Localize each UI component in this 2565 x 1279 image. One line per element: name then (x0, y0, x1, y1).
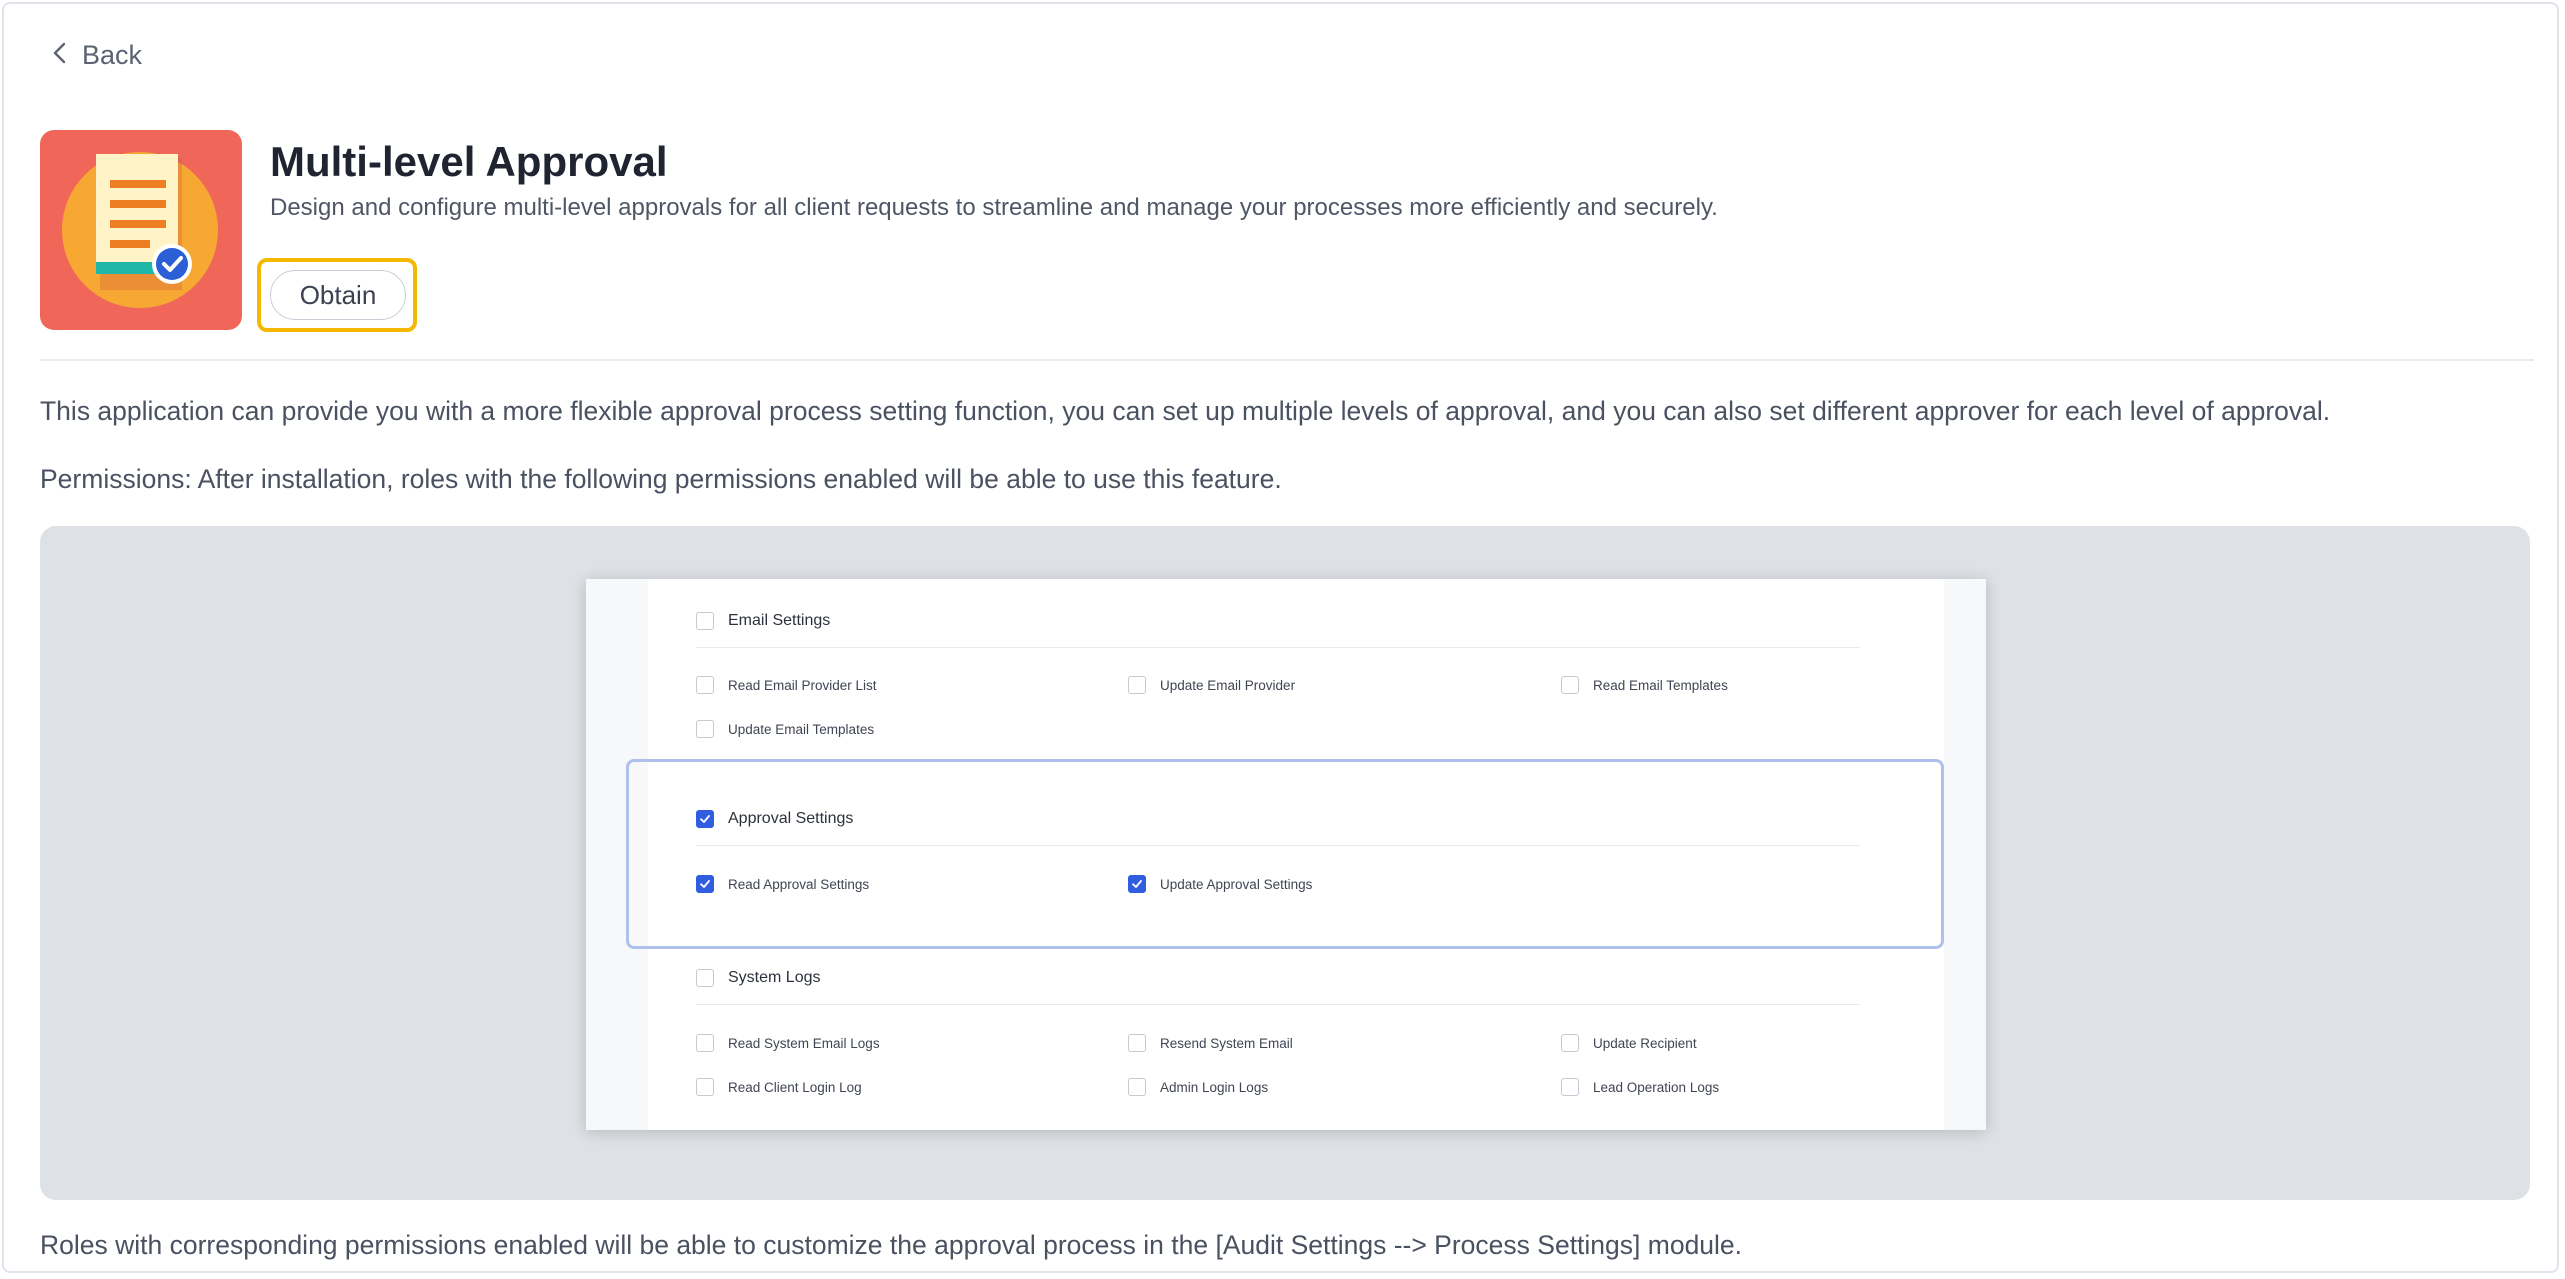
checkbox-checked (696, 875, 714, 893)
page-subtitle: Design and configure multi-level approva… (270, 194, 1718, 221)
checkbox (1561, 676, 1579, 694)
checkbox (696, 676, 714, 694)
section-label: System Logs (728, 969, 821, 986)
permission-item: Read Email Provider List (696, 676, 877, 694)
checkbox (696, 1078, 714, 1096)
checkbox (1128, 1078, 1146, 1096)
checkbox (696, 720, 714, 738)
permission-item: Resend System Email (1128, 1034, 1293, 1052)
permission-item: Lead Operation Logs (1561, 1078, 1719, 1096)
permissions-note: Permissions: After installation, roles w… (40, 464, 1282, 494)
permission-item: Read Email Templates (1561, 676, 1728, 694)
checkbox (1128, 676, 1146, 694)
page-frame: Back Multi-level Approval Design and con… (2, 2, 2559, 1273)
permission-item: Update Email Templates (696, 720, 874, 738)
permission-item: Update Approval Settings (1128, 875, 1312, 893)
chevron-left-icon (52, 40, 68, 71)
checkbox (696, 969, 714, 987)
section-system-logs: System Logs (696, 969, 820, 987)
footer-note: Roles with corresponding permissions ena… (40, 1230, 1743, 1260)
checkbox (1561, 1034, 1579, 1052)
permission-item: Read Approval Settings (696, 875, 869, 893)
section-approval-settings: Approval Settings (696, 810, 853, 828)
back-button[interactable]: Back (52, 40, 142, 71)
checkbox-checked (1128, 875, 1146, 893)
divider (40, 359, 2534, 361)
permission-item: Update Recipient (1561, 1034, 1697, 1052)
document-approval-icon (40, 130, 242, 330)
permissions-screenshot: Email Settings Read Email Provider List … (586, 579, 1986, 1130)
description-text: This application can provide you with a … (40, 396, 2331, 426)
section-label: Approval Settings (728, 810, 854, 827)
section-label: Email Settings (728, 612, 831, 629)
page-title: Multi-level Approval (270, 138, 668, 185)
permission-item: Read System Email Logs (696, 1034, 880, 1052)
checkbox (1128, 1034, 1146, 1052)
approval-settings-highlight (626, 759, 1944, 949)
back-label: Back (82, 40, 143, 70)
permission-item: Read Client Login Log (696, 1078, 862, 1096)
checkbox (696, 1034, 714, 1052)
permission-item: Update Email Provider (1128, 676, 1295, 694)
section-email-settings: Email Settings (696, 612, 830, 630)
checkbox-checked (696, 810, 714, 828)
checkbox (1561, 1078, 1579, 1096)
checkbox (696, 612, 714, 630)
obtain-button[interactable]: Obtain (270, 270, 406, 320)
permission-item: Admin Login Logs (1128, 1078, 1268, 1096)
